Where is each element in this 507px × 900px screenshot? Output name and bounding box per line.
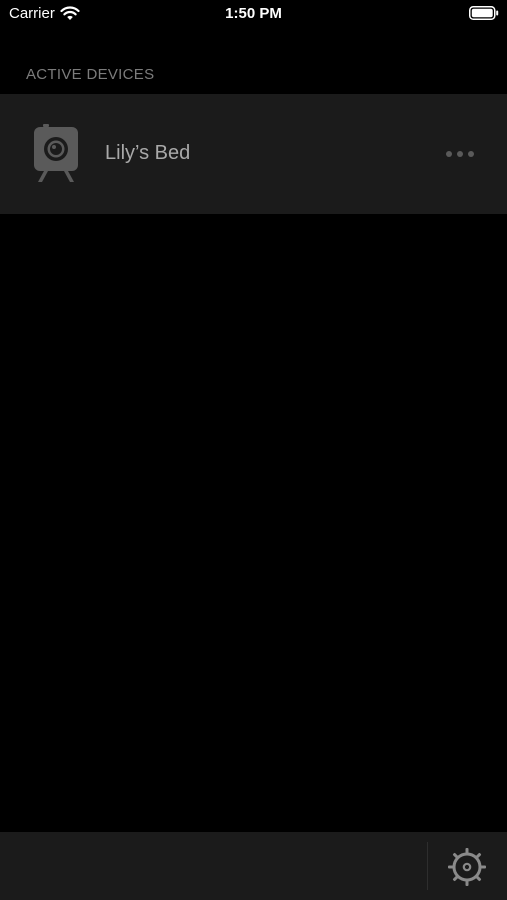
active-devices-header: ACTIVE DEVICES <box>26 66 155 83</box>
toolbar-divider <box>427 842 428 890</box>
battery-full-icon <box>469 6 499 20</box>
camera-device-icon <box>34 124 78 182</box>
bottom-toolbar <box>0 832 507 900</box>
device-row[interactable]: Lily’s Bed <box>0 94 507 214</box>
device-name: Lily’s Bed <box>105 142 191 164</box>
more-options-icon[interactable] <box>440 144 480 164</box>
gear-icon[interactable] <box>446 846 488 888</box>
status-bar: Carrier 1:50 PM <box>0 0 507 28</box>
status-time: 1:50 PM <box>225 5 282 22</box>
